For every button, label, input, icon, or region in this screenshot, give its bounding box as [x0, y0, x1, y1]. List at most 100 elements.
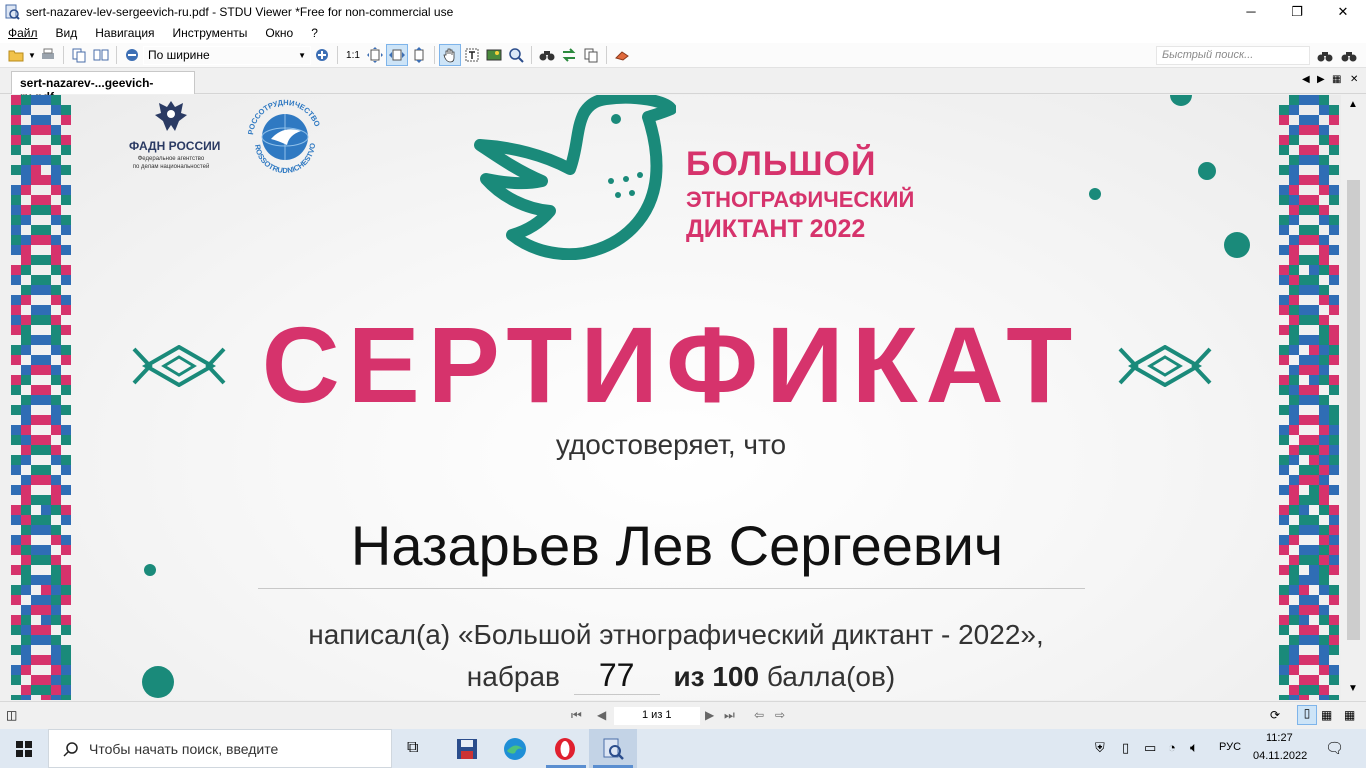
- image-icon: [486, 49, 502, 61]
- copy-icon: [584, 48, 598, 63]
- taskbar-search-box[interactable]: Чтобы начать поиск, введите: [48, 729, 392, 768]
- search-next-button[interactable]: [1338, 45, 1360, 67]
- minimize-icon: ─: [1246, 4, 1256, 19]
- folder-icon: [8, 50, 24, 62]
- page-copy-icon: [72, 48, 86, 63]
- edge-browser-icon[interactable]: [503, 737, 527, 761]
- pages-icon: [93, 49, 109, 61]
- toolbar-divider: [606, 46, 607, 64]
- tab-list-icon[interactable]: ▦: [1332, 74, 1341, 85]
- first-page-icon[interactable]: ⏮: [571, 708, 582, 723]
- opera-browser-icon[interactable]: [553, 737, 577, 761]
- single-page-view-icon[interactable]: ▯: [1297, 705, 1317, 725]
- replace-button[interactable]: [558, 44, 580, 66]
- hand-icon: [443, 48, 455, 63]
- menu-navigation[interactable]: Навигация: [86, 26, 163, 40]
- zoom-out-button[interactable]: [121, 44, 143, 66]
- taskbar-search-placeholder: Чтобы начать поиск, введите: [89, 740, 279, 757]
- scroll-down-icon[interactable]: ▼: [1348, 683, 1358, 694]
- rotate-icon[interactable]: ⟳: [1270, 708, 1280, 722]
- status-bar: ◫ ⏮ ◀ 1 из 1 ▶ ⏭ ⇦ ⇨ ⟳ ▯ ▦ ▦: [0, 701, 1366, 729]
- page-view-button[interactable]: [68, 44, 90, 66]
- score-value: 77: [573, 657, 660, 695]
- close-icon: ✕: [1337, 3, 1349, 19]
- toolbar-divider: [531, 46, 532, 64]
- side-panel-toggle-icon[interactable]: ◫: [6, 708, 17, 722]
- document-tab-bar: sert-nazarev-...geevich-ru.pdf ◀ ▶ ▦ ✕: [0, 68, 1366, 104]
- bookmark-button[interactable]: [611, 44, 633, 66]
- menu-tools[interactable]: Инструменты: [164, 26, 257, 40]
- fit-height-button[interactable]: [408, 44, 430, 66]
- toolbar-divider: [63, 46, 64, 64]
- minimize-button[interactable]: ─: [1228, 0, 1274, 23]
- input-language[interactable]: РУС: [1219, 741, 1241, 753]
- fit-page-button[interactable]: [364, 44, 386, 66]
- security-shield-icon[interactable]: ⛨: [1095, 740, 1105, 756]
- stdu-app-icon: [5, 4, 20, 20]
- print-button[interactable]: [37, 44, 59, 66]
- battery-icon[interactable]: ▭: [1144, 740, 1156, 756]
- tab-prev-icon[interactable]: ◀: [1302, 74, 1310, 85]
- actual-size-button[interactable]: 1:1: [342, 44, 364, 66]
- restore-button[interactable]: ❐: [1274, 0, 1320, 23]
- document-tab[interactable]: sert-nazarev-...geevich-ru.pdf: [11, 71, 195, 104]
- close-button[interactable]: ✕: [1320, 0, 1366, 23]
- facing-view-icon[interactable]: ▦: [1344, 708, 1355, 722]
- menu-view[interactable]: Вид: [47, 26, 87, 40]
- magnifier-button[interactable]: [505, 44, 527, 66]
- text-select-icon: [465, 48, 479, 62]
- prev-page-icon[interactable]: ◀: [597, 708, 606, 722]
- search-icon: [63, 741, 78, 757]
- clock-date[interactable]: 04.11.2022: [1253, 750, 1307, 762]
- vertical-scrollbar[interactable]: ▲ ▼: [1342, 95, 1366, 700]
- forward-icon[interactable]: ⇨: [775, 708, 785, 722]
- find-button[interactable]: [536, 44, 558, 66]
- back-icon[interactable]: ⇦: [754, 708, 764, 722]
- score-suffix: балла(ов): [766, 661, 896, 692]
- hand-tool-button[interactable]: [439, 44, 461, 66]
- stdu-taskbar-button[interactable]: [589, 729, 637, 768]
- scroll-up-icon[interactable]: ▲: [1348, 99, 1358, 110]
- search-button[interactable]: [1314, 45, 1336, 67]
- task-view-icon[interactable]: ⧉: [407, 739, 418, 757]
- menu-file[interactable]: Файл: [0, 26, 47, 40]
- tab-close-icon[interactable]: ✕: [1350, 74, 1358, 85]
- volume-icon[interactable]: 🔈︎: [1190, 739, 1198, 756]
- score-prefix: набрав: [466, 661, 560, 692]
- save-app-icon[interactable]: [455, 737, 479, 761]
- toolbar: ▼ По ширине ▼ 1:1 Быстрый поиск...: [0, 43, 1366, 68]
- document-viewport[interactable]: ФАДН РОССИИ Федеральное агентство по дел…: [11, 95, 1341, 700]
- next-page-icon[interactable]: ▶: [705, 708, 714, 722]
- toolbar-divider: [434, 46, 435, 64]
- network-icon[interactable]: ◔: [1168, 740, 1176, 755]
- quick-search-input[interactable]: Быстрый поиск...: [1156, 46, 1310, 65]
- snapshot-button[interactable]: [483, 44, 505, 66]
- scrollbar-thumb[interactable]: [1347, 180, 1360, 640]
- zoom-in-button[interactable]: [311, 44, 333, 66]
- open-dropdown-button[interactable]: ▼: [27, 44, 37, 66]
- menu-bar: Файл Вид Навигация Инструменты Окно ?: [0, 23, 1366, 43]
- select-text-button[interactable]: [461, 44, 483, 66]
- quick-search-placeholder: Быстрый поиск...: [1162, 49, 1254, 61]
- page-number-field[interactable]: 1 из 1: [614, 707, 700, 725]
- continuous-view-icon[interactable]: ▦: [1321, 708, 1332, 722]
- side-panel-splitter[interactable]: [0, 95, 11, 700]
- windows-start-icon[interactable]: [16, 741, 32, 757]
- two-page-button[interactable]: [90, 44, 112, 66]
- menu-window[interactable]: Окно: [256, 26, 302, 40]
- open-file-button[interactable]: [5, 44, 27, 66]
- usb-device-icon[interactable]: ▯: [1122, 740, 1129, 756]
- notifications-icon[interactable]: 🗨︎: [1325, 739, 1344, 757]
- clock-time[interactable]: 11:27: [1266, 732, 1293, 744]
- dictation-line: написал(а) «Большой этнографический дикт…: [308, 619, 1044, 650]
- windows-taskbar: Чтобы начать поиск, введите ⧉ ⛨ ▯ ▭ ◔ 🔈︎…: [0, 729, 1366, 768]
- fit-width-button[interactable]: [386, 44, 408, 66]
- copy-button[interactable]: [580, 44, 602, 66]
- eraser-icon: [615, 51, 629, 61]
- tab-next-icon[interactable]: ▶: [1317, 74, 1325, 85]
- chevron-down-icon: ▼: [298, 50, 306, 60]
- last-page-icon[interactable]: ⏭: [724, 708, 735, 723]
- zoom-mode-value: По ширине: [148, 48, 210, 62]
- zoom-mode-select[interactable]: По ширине ▼: [143, 45, 311, 65]
- menu-help[interactable]: ?: [302, 26, 327, 40]
